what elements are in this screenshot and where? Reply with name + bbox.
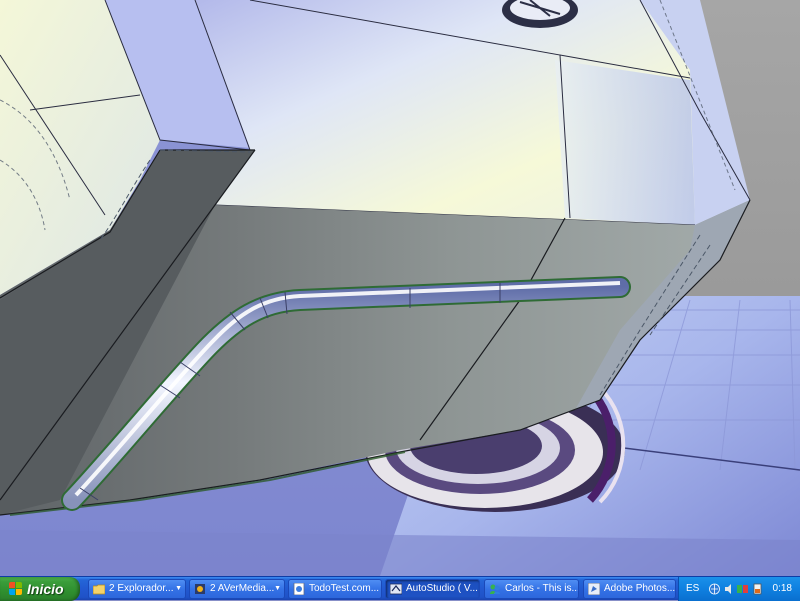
language-indicator[interactable]: ES bbox=[686, 577, 699, 600]
web-page-icon bbox=[293, 582, 305, 596]
group-arrow-icon: ▼ bbox=[274, 585, 281, 592]
messenger-icon bbox=[489, 583, 501, 595]
folder-icon bbox=[92, 583, 106, 595]
taskbar-item-label: 2 Explorador... bbox=[109, 583, 174, 594]
3d-viewport[interactable] bbox=[0, 0, 800, 576]
network-icon[interactable] bbox=[709, 582, 720, 595]
taskbar-item-label: TodoTest.com... bbox=[309, 583, 380, 594]
system-tray: ES 0:18 bbox=[678, 577, 800, 601]
battery-icon[interactable] bbox=[752, 582, 763, 595]
start-button[interactable]: Inicio bbox=[0, 577, 80, 601]
avermedia-icon bbox=[194, 583, 206, 595]
taskbar-item-explorador[interactable]: 2 Explorador... ▼ bbox=[88, 579, 186, 599]
photoshop-icon bbox=[587, 582, 601, 596]
start-label: Inicio bbox=[27, 581, 64, 597]
taskbar-item-todotest[interactable]: TodoTest.com... bbox=[288, 579, 382, 599]
taskbar-item-label: 2 AVerMedia... bbox=[210, 583, 275, 594]
clock[interactable]: 0:18 bbox=[773, 577, 792, 600]
taskbar-item-photoshop[interactable]: Adobe Photos... bbox=[583, 579, 676, 599]
taskbar-item-autostudio[interactable]: AutoStudio ( V... bbox=[385, 579, 480, 599]
taskbar-item-label: Carlos - This is... bbox=[505, 583, 579, 594]
volume-icon[interactable] bbox=[724, 582, 735, 594]
taskbar-item-label: Adobe Photos... bbox=[604, 583, 676, 594]
taskbar-item-avermedia[interactable]: 2 AVerMedia... ▼ bbox=[189, 579, 285, 599]
car-model-render bbox=[0, 0, 800, 576]
taskbar-item-label: AutoStudio ( V... bbox=[406, 583, 478, 594]
taskbar: Inicio 2 Explorador... ▼ 2 AVerMedia... … bbox=[0, 576, 800, 601]
windows-logo-icon bbox=[9, 582, 23, 596]
group-arrow-icon: ▼ bbox=[175, 585, 182, 592]
app-tray-icon[interactable] bbox=[737, 582, 748, 594]
autostudio-icon bbox=[389, 583, 403, 595]
taskbar-item-messenger[interactable]: Carlos - This is... bbox=[484, 579, 579, 599]
